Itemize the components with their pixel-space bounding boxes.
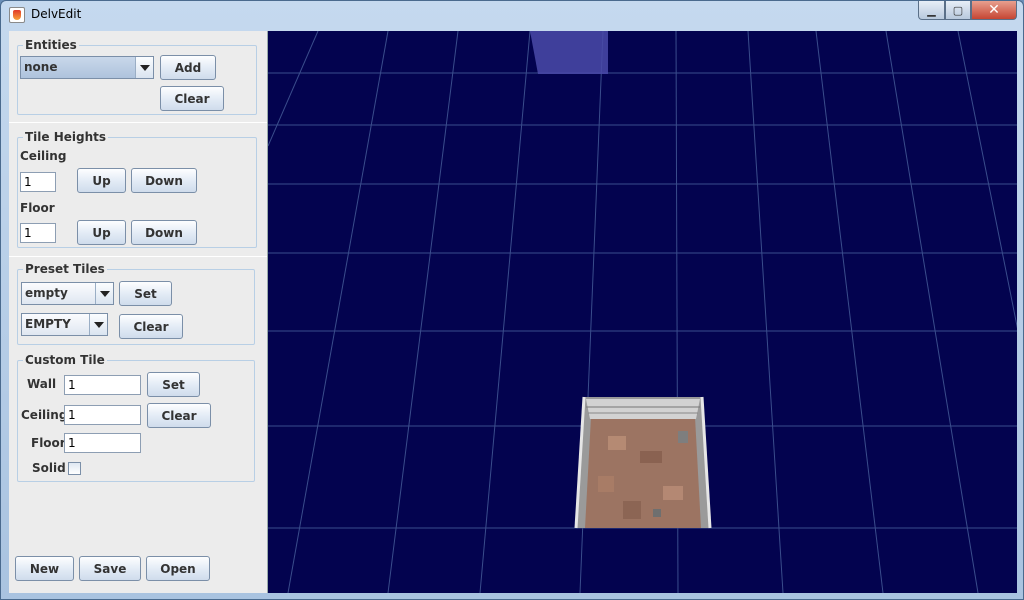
floor-down-button[interactable]: Down <box>131 220 197 245</box>
tile-type-select-value: EMPTY <box>22 314 89 335</box>
wall-field[interactable] <box>64 375 141 395</box>
maximize-button[interactable]: ▢ <box>945 1 971 20</box>
ceiling-down-button[interactable]: Down <box>131 168 197 193</box>
separator <box>9 122 267 123</box>
preset-tile-select-value: empty <box>22 283 95 304</box>
ceiling-height-label: Ceiling <box>20 149 67 163</box>
app-window: DelvEdit ▁ ▢ ✕ Entities none Add Clear T… <box>0 0 1024 600</box>
preset-tiles-legend: Preset Tiles <box>23 262 107 276</box>
minimize-icon: ▁ <box>927 3 936 17</box>
close-icon: ✕ <box>988 2 1000 18</box>
floor-height-label: Floor <box>20 201 55 215</box>
open-button[interactable]: Open <box>146 556 210 581</box>
chevron-down-icon <box>89 314 107 335</box>
client-area: Entities none Add Clear Tile Heights Cei… <box>9 31 1017 593</box>
close-button[interactable]: ✕ <box>971 1 1017 20</box>
chevron-down-icon <box>135 57 153 78</box>
3d-viewport[interactable] <box>267 31 1017 593</box>
selected-tile-block <box>574 396 712 529</box>
custom-tile-legend: Custom Tile <box>23 353 107 367</box>
title-bar[interactable]: DelvEdit ▁ ▢ ✕ <box>1 1 1023 30</box>
clear-preset-button[interactable]: Clear <box>119 314 183 339</box>
custom-ceiling-label: Ceiling <box>21 408 68 422</box>
solid-label: Solid <box>32 461 66 475</box>
viewport-scene <box>268 31 1017 593</box>
window-controls: ▁ ▢ ✕ <box>918 1 1017 20</box>
custom-floor-label: Floor <box>31 436 66 450</box>
tile-heights-legend: Tile Heights <box>23 130 109 144</box>
ceiling-up-button[interactable]: Up <box>77 168 126 193</box>
entity-select-value: none <box>21 57 135 78</box>
java-app-icon <box>9 7 25 23</box>
entity-select[interactable]: none <box>20 56 154 79</box>
clear-custom-button[interactable]: Clear <box>147 403 211 428</box>
chevron-down-icon <box>95 283 113 304</box>
preset-tile-select[interactable]: empty <box>21 282 114 305</box>
new-button[interactable]: New <box>15 556 74 581</box>
clear-entities-button[interactable]: Clear <box>160 86 224 111</box>
window-title: DelvEdit <box>31 7 82 21</box>
custom-ceiling-field[interactable] <box>64 405 141 425</box>
floor-height-field[interactable] <box>20 223 56 243</box>
add-entity-button[interactable]: Add <box>160 55 216 80</box>
tool-panel: Entities none Add Clear Tile Heights Cei… <box>9 31 267 593</box>
set-preset-button[interactable]: Set <box>119 281 172 306</box>
separator <box>9 256 267 257</box>
set-custom-button[interactable]: Set <box>147 372 200 397</box>
solid-checkbox[interactable] <box>68 462 81 475</box>
maximize-icon: ▢ <box>952 3 964 17</box>
floor-up-button[interactable]: Up <box>77 220 126 245</box>
wall-label: Wall <box>27 377 57 391</box>
save-button[interactable]: Save <box>79 556 141 581</box>
tile-type-select[interactable]: EMPTY <box>21 313 108 336</box>
custom-floor-field[interactable] <box>64 433 141 453</box>
ceiling-height-field[interactable] <box>20 172 56 192</box>
entities-legend: Entities <box>23 38 79 52</box>
ceiling-tile-block <box>530 31 608 74</box>
minimize-button[interactable]: ▁ <box>918 1 945 20</box>
